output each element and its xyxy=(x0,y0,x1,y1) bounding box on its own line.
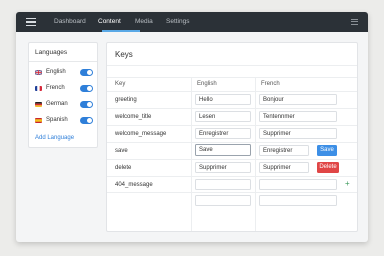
english-value-input[interactable] xyxy=(195,179,251,190)
key-cell: 404_message xyxy=(115,182,153,188)
french-value-input[interactable]: Tentennmer xyxy=(259,111,337,122)
keys-panel: Keys Key English French greeting Hello B… xyxy=(106,42,358,232)
france-flag-icon xyxy=(35,86,42,91)
spanish-toggle[interactable] xyxy=(80,117,93,124)
keys-title: Keys xyxy=(115,50,133,59)
key-cell: delete xyxy=(115,165,132,171)
english-value-input[interactable]: Lesen xyxy=(195,111,251,122)
divider xyxy=(107,159,357,160)
divider xyxy=(107,65,357,66)
tab-media[interactable]: Media xyxy=(135,18,153,25)
key-cell: save xyxy=(115,148,128,154)
french-value-input[interactable]: Supprimer xyxy=(259,128,337,139)
key-cell: welcome_title xyxy=(115,114,152,120)
divider xyxy=(107,77,357,78)
column-header-english: English xyxy=(197,81,217,87)
delete-button[interactable]: Delete xyxy=(317,162,339,173)
spain-flag-icon xyxy=(35,118,42,123)
divider xyxy=(107,176,357,177)
french-value-input[interactable] xyxy=(259,195,337,206)
add-language-link[interactable]: Add Language xyxy=(35,135,74,141)
french-value-input[interactable]: Bonjour xyxy=(259,94,337,105)
language-row-german: German xyxy=(35,100,93,110)
language-name: French xyxy=(46,85,65,91)
french-value-input[interactable] xyxy=(259,179,337,190)
column-header-key: Key xyxy=(115,81,126,87)
column-header-french: French xyxy=(261,81,280,87)
active-tab-indicator xyxy=(102,30,140,32)
english-value-input[interactable]: Hello xyxy=(195,94,251,105)
language-name: Spanish xyxy=(46,117,68,123)
german-toggle[interactable] xyxy=(80,101,93,108)
column-divider xyxy=(191,77,192,231)
key-cell: welcome_message xyxy=(115,131,167,137)
tab-settings[interactable]: Settings xyxy=(166,18,190,25)
french-value-input[interactable]: Enregistrer xyxy=(259,145,309,156)
divider xyxy=(107,91,357,92)
language-name: English xyxy=(46,69,66,75)
language-row-spanish: Spanish xyxy=(35,116,93,126)
tab-content[interactable]: Content xyxy=(98,18,121,25)
tab-dashboard[interactable]: Dashboard xyxy=(54,18,86,25)
add-row-button[interactable]: + xyxy=(345,179,350,188)
languages-panel: Languages English French German Spanish … xyxy=(28,42,98,148)
divider xyxy=(107,192,357,193)
save-button[interactable]: Save xyxy=(317,145,337,156)
divider xyxy=(107,142,357,143)
top-navigation-bar: Dashboard Content Media Settings xyxy=(16,12,368,32)
english-value-input[interactable]: Save xyxy=(195,144,251,156)
language-name: German xyxy=(46,101,68,107)
options-menu-icon[interactable] xyxy=(351,19,358,25)
uk-flag-icon xyxy=(35,70,42,75)
french-value-input[interactable]: Supprimer xyxy=(259,162,309,173)
column-divider xyxy=(255,77,256,231)
hamburger-menu-icon[interactable] xyxy=(26,18,36,26)
app-window: Dashboard Content Media Settings Languag… xyxy=(16,12,368,242)
english-toggle[interactable] xyxy=(80,69,93,76)
languages-title: Languages xyxy=(35,49,68,56)
divider xyxy=(107,125,357,126)
english-value-input[interactable] xyxy=(195,195,251,206)
english-value-input[interactable]: Supprimer xyxy=(195,162,251,173)
divider xyxy=(107,108,357,109)
divider xyxy=(29,61,97,62)
english-value-input[interactable]: Enregistrer xyxy=(195,128,251,139)
language-row-english: English xyxy=(35,68,93,78)
language-row-french: French xyxy=(35,84,93,94)
french-toggle[interactable] xyxy=(80,85,93,92)
key-cell: greeting xyxy=(115,97,137,103)
germany-flag-icon xyxy=(35,102,42,107)
